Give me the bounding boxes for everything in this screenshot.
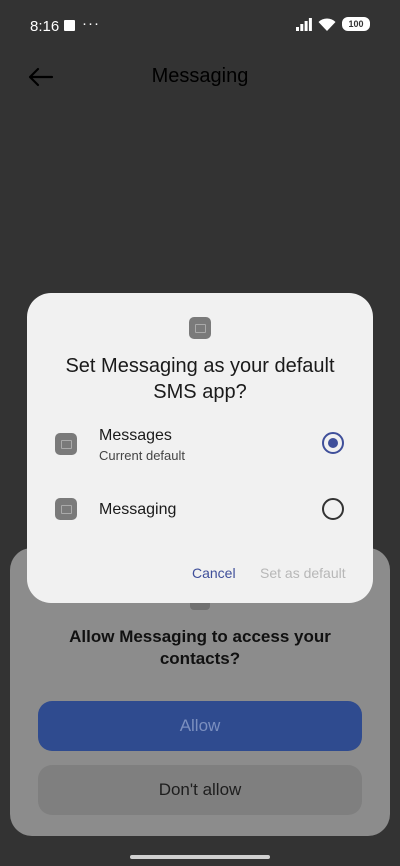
option-messaging[interactable]: Messaging — [27, 481, 373, 537]
notification-icon — [64, 20, 75, 31]
status-icons: 100 — [296, 17, 370, 31]
wifi-icon — [318, 17, 336, 31]
allow-button[interactable]: Allow — [38, 701, 362, 751]
dialog-title: Set Messaging as your default SMS app? — [65, 355, 335, 403]
status-bar: 8:16 ··· 100 — [0, 0, 400, 52]
messages-app-icon — [55, 433, 77, 455]
set-as-default-button[interactable]: Set as default — [260, 565, 346, 581]
radio-selected-icon[interactable] — [322, 432, 344, 454]
dont-allow-button[interactable]: Don't allow — [38, 765, 362, 815]
radio-unselected-icon[interactable] — [322, 498, 344, 520]
status-time: 8:16 — [30, 18, 60, 35]
messaging-app-icon — [189, 317, 211, 339]
messaging-app-icon — [55, 498, 77, 520]
signal-icon — [296, 17, 312, 31]
permission-question: Allow Messaging to access your contacts? — [69, 627, 331, 668]
home-indicator[interactable] — [130, 855, 270, 859]
option-name: Messages — [99, 427, 172, 444]
option-messages[interactable]: Messages Current default — [27, 419, 373, 475]
app-header: Messaging — [0, 52, 400, 102]
cancel-button[interactable]: Cancel — [192, 565, 236, 581]
option-name: Messaging — [99, 501, 177, 518]
page-title: Messaging — [151, 65, 249, 87]
battery-icon: 100 — [342, 17, 370, 31]
default-sms-dialog: Set Messaging as your default SMS app? M… — [27, 293, 373, 603]
option-subtitle: Current default — [99, 448, 185, 463]
more-notifications-icon: ··· — [82, 15, 100, 32]
